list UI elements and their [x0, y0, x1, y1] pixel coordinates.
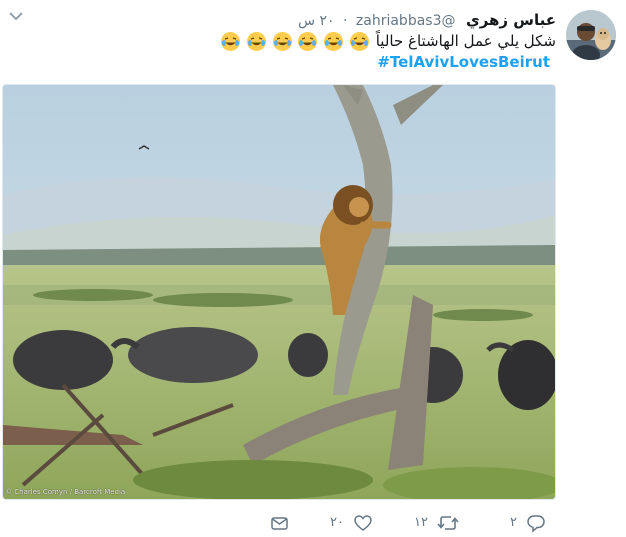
heart-icon: [354, 515, 372, 531]
reply-count: ٢: [510, 515, 517, 530]
laughing-tears-icon: [272, 31, 292, 51]
reply-button[interactable]: ٢: [510, 512, 547, 534]
separator-dot: ·: [343, 13, 348, 29]
tweet-text: شكل يلي عمل الهاشتاغ حالياً: [126, 31, 556, 52]
tweet-action-bar: ٢٠ ١٢ ٢: [268, 512, 558, 534]
laughing-tears-icon: [324, 31, 344, 51]
like-button[interactable]: ٢٠: [330, 512, 374, 534]
laughing-tears-icon: [349, 31, 369, 51]
envelope-icon: [271, 517, 288, 530]
retweet-icon: [437, 516, 459, 530]
laughing-tears-icon: [221, 31, 241, 51]
media-credit: © Charles Comyn / Barcroft Media: [5, 488, 126, 496]
laughing-tears-icon: [298, 31, 318, 51]
author-name[interactable]: عباس زهري: [466, 11, 556, 29]
direct-message-button[interactable]: [268, 512, 290, 534]
lion-in-tree-photo: [3, 85, 555, 499]
tweet[interactable]: عباس زهري @zahriabbas3 · ٢٠ س شكل يلي عم…: [0, 0, 626, 537]
retweet-button[interactable]: ١٢: [414, 512, 460, 534]
hashtag-link[interactable]: #TelAvivLovesBeirut: [377, 52, 550, 72]
tweet-photo[interactable]: [2, 84, 556, 500]
tweet-text-body: شكل يلي عمل الهاشتاغ حالياً: [375, 32, 556, 50]
laughing-emoji-row: [221, 31, 371, 52]
like-count: ٢٠: [330, 515, 344, 530]
tweet-timestamp[interactable]: ٢٠ س: [298, 13, 335, 29]
avatar[interactable]: [566, 10, 616, 60]
retweet-count: ١٢: [414, 515, 428, 530]
chevron-down-icon[interactable]: [8, 10, 24, 22]
tweet-header: عباس زهري @zahriabbas3 · ٢٠ س: [298, 11, 556, 30]
reply-bubble-icon: [527, 515, 545, 533]
author-handle[interactable]: @zahriabbas3: [356, 13, 456, 29]
laughing-tears-icon: [246, 31, 266, 51]
